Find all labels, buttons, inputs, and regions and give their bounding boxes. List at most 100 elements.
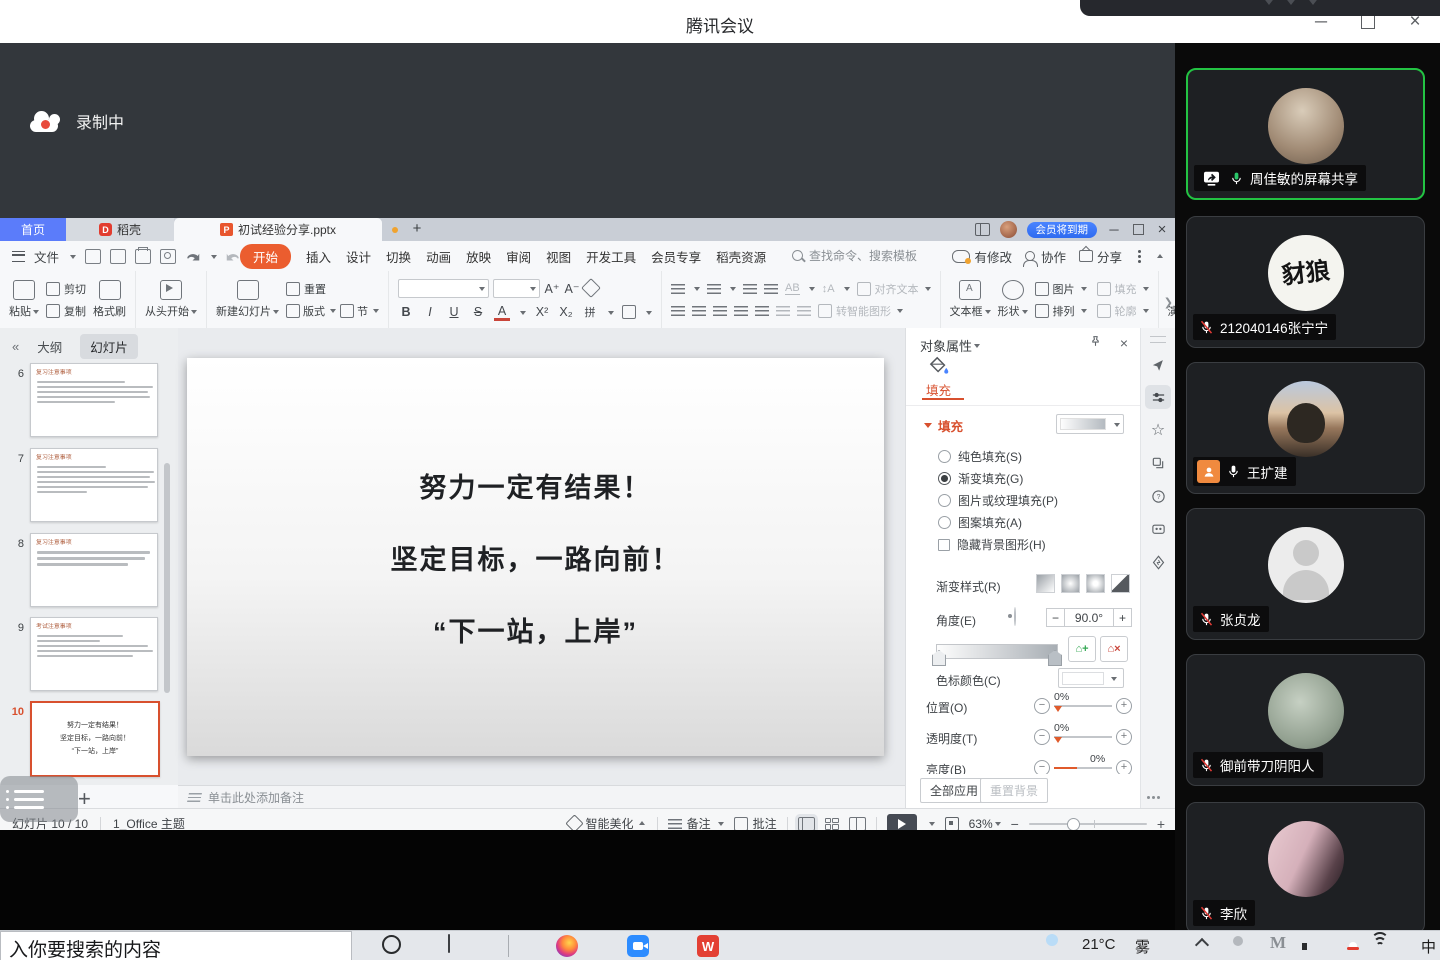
membership-badge[interactable]: 会员将到期 — [1027, 222, 1098, 238]
taskbar-search-input[interactable]: 入你要搜索的内容 — [0, 931, 352, 960]
feedback-icon[interactable] — [1145, 517, 1171, 541]
slide-sorter-view-button[interactable] — [825, 818, 839, 830]
underline-button[interactable]: U — [446, 305, 462, 319]
section-button[interactable]: 节 — [340, 303, 379, 319]
tray-expand-icon[interactable] — [1195, 938, 1209, 952]
account-avatar[interactable] — [1000, 221, 1017, 238]
gmail-tray-icon[interactable]: M — [1270, 933, 1286, 953]
notes-bar[interactable]: 单击此处添加备注 — [178, 785, 905, 808]
decrease-font-icon[interactable]: A⁻ — [564, 281, 580, 296]
zoom-slider[interactable] — [1029, 823, 1147, 825]
align-right-icon[interactable] — [713, 306, 727, 316]
justify-icon[interactable] — [734, 306, 748, 316]
reset-background-button[interactable]: 重置背景 — [980, 778, 1048, 803]
participant-tile[interactable]: 王扩建 — [1186, 362, 1425, 494]
collapse-thumbnails-icon[interactable]: « — [12, 339, 19, 354]
duplicate-panel-icon[interactable] — [1145, 451, 1171, 475]
angle-knob[interactable] — [1014, 607, 1016, 626]
angle-value[interactable]: 90.0° — [1065, 608, 1113, 627]
text-box-button[interactable]: A文本框 — [950, 280, 991, 319]
subscript-button[interactable]: X₂ — [558, 305, 574, 319]
ribbon-tab-slideshow[interactable]: 放映 — [466, 247, 491, 266]
drag-handle-icon[interactable] — [1150, 336, 1166, 343]
more-tools-icon[interactable] — [1152, 796, 1155, 799]
fit-slide-icon[interactable] — [945, 817, 959, 831]
ribbon-tab-insert[interactable]: 插入 — [306, 247, 331, 266]
participant-tile-sharer[interactable]: 周佳敏的屏幕共享 — [1186, 68, 1425, 200]
apply-all-button[interactable]: 全部应用 — [920, 778, 988, 803]
slide-thumbnail-9[interactable]: 考试注意事项 — [30, 617, 158, 691]
ribbon-tab-view[interactable]: 视图 — [546, 247, 571, 266]
arrange-button[interactable]: 排列 — [1035, 303, 1087, 319]
tab-document[interactable]: P初试经验分享.pptx — [174, 218, 382, 241]
participant-tile[interactable]: 豺狼 212040146张宁宁 — [1186, 216, 1425, 348]
hide-background-checkbox[interactable]: 隐藏背景图形(H) — [938, 536, 1046, 553]
slide-thumbnail-8[interactable]: 复习注意事项 — [30, 533, 158, 607]
column-spacing-icon[interactable] — [797, 306, 811, 316]
outline-button[interactable]: 轮廓 — [1097, 303, 1149, 319]
thumbnails-scrollbar[interactable] — [164, 463, 170, 693]
paste-button[interactable]: 粘贴 — [9, 280, 39, 319]
zoom-level[interactable]: 63% — [969, 817, 1001, 831]
numbered-list-icon[interactable] — [707, 284, 721, 294]
brightness-slider[interactable]: 0% — [1054, 767, 1112, 769]
print-icon[interactable] — [135, 249, 151, 264]
floating-list-button[interactable] — [0, 776, 78, 822]
bullet-list-icon[interactable] — [671, 284, 685, 294]
outline-tab[interactable]: 大纲 — [37, 337, 62, 356]
participant-tile[interactable]: 御前带刀阴阳人 — [1186, 654, 1425, 786]
search-icon[interactable] — [382, 935, 401, 954]
decrease-indent-icon[interactable] — [743, 284, 757, 294]
tab-docer[interactable]: D稻壳 — [66, 218, 174, 241]
firefox-icon[interactable] — [556, 935, 578, 957]
quick-tools-icon[interactable] — [1145, 352, 1171, 376]
angle-decrease-button[interactable]: − — [1046, 608, 1065, 627]
position-increase-icon[interactable]: + — [1116, 698, 1132, 714]
shapes-button[interactable]: 形状 — [998, 280, 1028, 319]
add-stop-button[interactable]: ⌂+ — [1068, 636, 1096, 662]
phonetic-button[interactable]: 拼 — [582, 304, 598, 320]
help-icon[interactable]: ? — [1145, 484, 1171, 508]
collapse-panel-chevron-icon[interactable]: ❯ — [1164, 296, 1173, 309]
transparency-increase-icon[interactable]: + — [1116, 729, 1132, 745]
angle-increase-button[interactable]: + — [1113, 608, 1132, 627]
line-spacing-button[interactable]: ↕A — [822, 283, 835, 295]
ribbon-tab-developer[interactable]: 开发工具 — [586, 247, 636, 266]
properties-panel-icon[interactable] — [1145, 385, 1171, 409]
layout-button[interactable]: 版式 — [286, 303, 336, 319]
from-beginning-button[interactable]: 从头开始 — [145, 280, 197, 319]
italic-button[interactable]: I — [422, 305, 438, 319]
tab-home[interactable]: 首页 — [0, 218, 66, 241]
bold-button[interactable]: B — [398, 305, 414, 319]
distribute-icon[interactable] — [755, 306, 769, 316]
gradient-style-rect[interactable] — [1086, 574, 1105, 593]
print-preview-icon[interactable] — [160, 249, 176, 264]
fill-option-solid[interactable]: 纯色填充(S) — [938, 448, 1022, 465]
save-icon[interactable] — [85, 249, 101, 264]
weather-temp[interactable]: 21°C — [1082, 936, 1116, 953]
split-view-icon[interactable] — [975, 223, 990, 236]
ribbon-tab-home[interactable]: 开始 — [240, 244, 291, 269]
align-center-icon[interactable] — [692, 306, 706, 316]
highlight-icon[interactable] — [622, 305, 636, 319]
current-slide[interactable]: 努力一定有结果！ 坚定目标，一路向前！ “下一站，上岸” — [187, 358, 884, 756]
font-color-button[interactable]: A — [494, 304, 510, 321]
fill-section-header[interactable]: 填充 — [924, 416, 963, 435]
close-panel-icon[interactable]: × — [1120, 335, 1128, 351]
collapse-ribbon-icon[interactable] — [1157, 251, 1163, 258]
new-tab-button[interactable]: + — [408, 220, 426, 238]
ribbon-tab-animation[interactable]: 动画 — [426, 247, 451, 266]
wps-minimize-icon[interactable]: ─ — [1107, 222, 1121, 237]
stop-color-select[interactable] — [1058, 668, 1124, 688]
align-text-button[interactable]: 对齐文本 — [857, 281, 931, 297]
wps-app-icon[interactable]: W — [697, 935, 719, 957]
wps-close-icon[interactable]: × — [1155, 221, 1169, 238]
meeting-app-icon[interactable] — [627, 935, 649, 957]
transparency-slider[interactable]: 0% — [1054, 736, 1112, 738]
fill-option-picture[interactable]: 图片或纹理填充(P) — [938, 492, 1058, 509]
file-menu[interactable]: 文件 — [34, 247, 59, 266]
effects-icon[interactable]: ☆ — [1145, 418, 1171, 442]
reading-view-button[interactable] — [849, 817, 866, 831]
align-left-icon[interactable] — [671, 306, 685, 316]
ribbon-tab-docer-resources[interactable]: 稻壳资源 — [716, 247, 766, 266]
